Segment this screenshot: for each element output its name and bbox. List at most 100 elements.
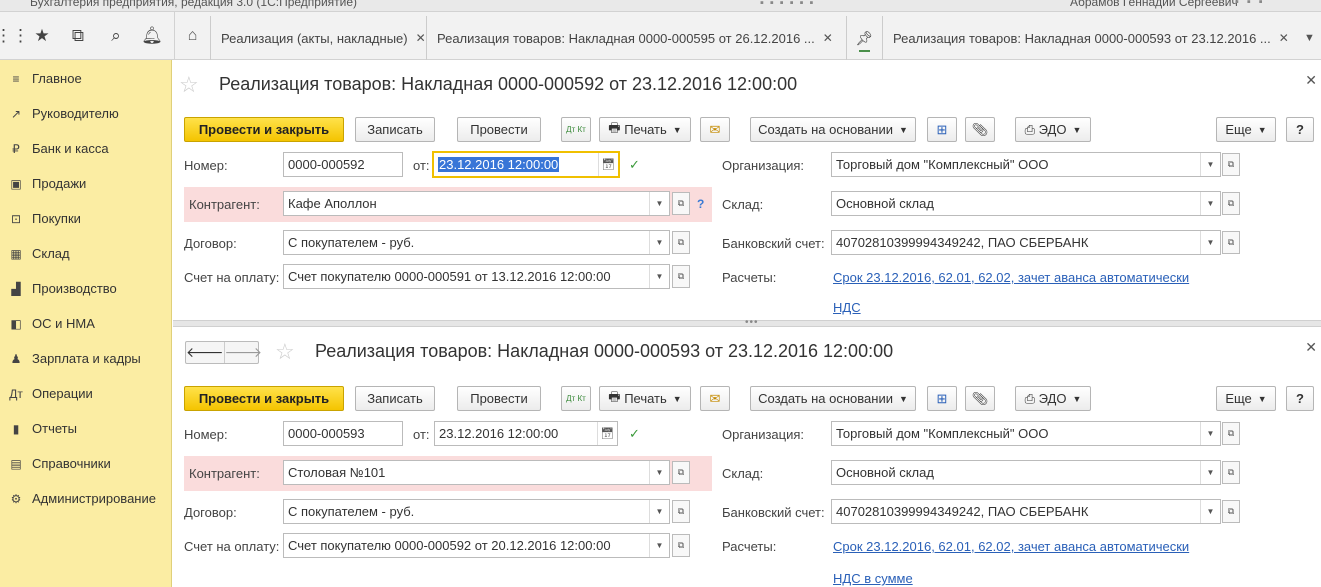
bell-icon[interactable]: 🔔︎ xyxy=(140,24,164,48)
invoice-field[interactable]: Счет покупателю 0000-000592 от 20.12.201… xyxy=(283,533,670,558)
open-icon[interactable]: ⧉ xyxy=(672,461,690,484)
contract-field[interactable]: С покупателем - руб. ▼ xyxy=(283,499,670,524)
open-icon[interactable]: ⧉ xyxy=(672,265,690,288)
sidebar-item-bank[interactable]: ₽ Банк и касса xyxy=(0,131,171,166)
chevron-down-icon[interactable]: ▼ xyxy=(649,231,669,254)
favorite-star-icon[interactable]: ☆ xyxy=(275,339,295,365)
sidebar-item-manager[interactable]: ↗ Руководителю xyxy=(0,96,171,131)
sidebar-item-production[interactable]: ▟ Производство xyxy=(0,271,171,306)
titlebar-toolbar-icons[interactable]: ▪▪▪▪▪▪ xyxy=(760,0,819,9)
paperclip-icon[interactable]: 📎︎ xyxy=(965,117,995,142)
sidebar-item-sales[interactable]: ▣ Продажи xyxy=(0,166,171,201)
mail-icon[interactable]: ✉ xyxy=(700,117,730,142)
date-field[interactable]: 23.12.2016 12:00:00 📅︎ xyxy=(434,421,618,446)
sidebar-item-assets[interactable]: ◧ ОС и НМА xyxy=(0,306,171,341)
write-button[interactable]: Записать xyxy=(355,386,435,411)
close-icon[interactable]: ✕ xyxy=(416,31,426,45)
star-icon[interactable]: ★ xyxy=(30,24,54,48)
open-icon[interactable]: ⧉ xyxy=(1222,422,1240,445)
structure-icon[interactable]: ⊞ xyxy=(927,386,957,411)
favorite-star-icon[interactable]: ☆ xyxy=(179,72,199,98)
counterparty-field[interactable]: Кафе Аполлон ▼ xyxy=(283,191,670,216)
edo-button[interactable]: ⎙ ЭДО ▼ xyxy=(1015,117,1091,142)
invoice-field[interactable]: Счет покупателю 0000-000591 от 13.12.201… xyxy=(283,264,670,289)
chevron-down-icon[interactable]: ▼ xyxy=(1200,422,1220,445)
sidebar-item-salary[interactable]: ♟ Зарплата и кадры xyxy=(0,341,171,376)
post-button[interactable]: Провести xyxy=(457,386,541,411)
chevron-down-icon[interactable]: ▼ xyxy=(1200,153,1220,176)
number-field[interactable]: 0000-000593 xyxy=(283,421,403,446)
help-icon[interactable]: ? xyxy=(697,197,704,211)
open-icon[interactable]: ⧉ xyxy=(672,192,690,215)
create-based-on-button[interactable]: Создать на основании ▼ xyxy=(750,117,916,142)
bank-account-field[interactable]: 40702810399994349242, ПАО СБЕРБАНК ▼ xyxy=(831,499,1221,524)
chevron-down-icon[interactable]: ▼ xyxy=(649,500,669,523)
calendar-icon[interactable]: 📅︎ xyxy=(598,153,618,176)
pin-tab[interactable]: 📌︎ xyxy=(846,16,882,60)
calc-link[interactable]: Срок 23.12.2016, 62.01, 62.02, зачет ава… xyxy=(833,539,1189,554)
tab-invoice-593[interactable]: Реализация товаров: Накладная 0000-00059… xyxy=(882,16,1302,60)
user-name[interactable]: Абрамов Геннадий Сергеевич xyxy=(1070,0,1238,9)
close-icon[interactable]: ✕ xyxy=(1305,72,1317,89)
calendar-icon[interactable]: 📅︎ xyxy=(597,422,617,445)
history-icon[interactable]: ⧉ xyxy=(66,24,90,48)
sidebar-item-main[interactable]: ≡ Главное xyxy=(0,61,171,96)
dt-kt-icon[interactable]: Дт Кт xyxy=(561,117,591,142)
org-field[interactable]: Торговый дом "Комплексный" ООО ▼ xyxy=(831,421,1221,446)
window-controls[interactable]: ▪▪▪ xyxy=(1235,0,1271,8)
calc-link[interactable]: Срок 23.12.2016, 62.01, 62.02, зачет ава… xyxy=(833,270,1189,285)
check-icon[interactable]: ✓ xyxy=(629,157,640,173)
tabs-dropdown-icon[interactable]: ▼ xyxy=(1304,16,1315,60)
tab-sales-list[interactable]: Реализация (акты, накладные) ✕ xyxy=(210,16,426,60)
close-icon[interactable]: ✕ xyxy=(823,31,833,45)
create-based-on-button[interactable]: Создать на основании ▼ xyxy=(750,386,916,411)
back-arrow-icon[interactable]: 🡐 xyxy=(186,342,224,363)
post-and-close-button[interactable]: Провести и закрыть xyxy=(184,386,344,411)
open-icon[interactable]: ⧉ xyxy=(1222,153,1240,176)
tab-invoice-595[interactable]: Реализация товаров: Накладная 0000-00059… xyxy=(426,16,846,60)
apps-icon[interactable]: ⋮⋮ xyxy=(0,24,29,48)
open-icon[interactable]: ⧉ xyxy=(1222,192,1240,215)
counterparty-field[interactable]: Столовая №101 ▼ xyxy=(283,460,670,485)
open-icon[interactable]: ⧉ xyxy=(672,534,690,557)
edo-button[interactable]: ⎙ ЭДО ▼ xyxy=(1015,386,1091,411)
more-button[interactable]: Еще ▼ xyxy=(1216,117,1276,142)
structure-icon[interactable]: ⊞ xyxy=(927,117,957,142)
check-icon[interactable]: ✓ xyxy=(629,426,640,442)
chevron-down-icon[interactable]: ▼ xyxy=(1200,461,1220,484)
home-tab[interactable]: ⌂ xyxy=(174,12,210,60)
chevron-down-icon[interactable]: ▼ xyxy=(1200,500,1220,523)
paperclip-icon[interactable]: 📎︎ xyxy=(965,386,995,411)
date-field[interactable]: 23.12.2016 12:00:00 📅︎ xyxy=(432,151,620,178)
contract-field[interactable]: С покупателем - руб. ▼ xyxy=(283,230,670,255)
chevron-down-icon[interactable]: ▼ xyxy=(649,265,669,288)
write-button[interactable]: Записать xyxy=(355,117,435,142)
warehouse-field[interactable]: Основной склад ▼ xyxy=(831,191,1221,216)
chevron-down-icon[interactable]: ▼ xyxy=(649,192,669,215)
sidebar-item-warehouse[interactable]: ▦ Склад xyxy=(0,236,171,271)
close-icon[interactable]: ✕ xyxy=(1279,31,1289,45)
forward-arrow-icon[interactable]: 🡒 xyxy=(223,342,262,363)
vat-link[interactable]: НДС в сумме xyxy=(833,571,913,586)
org-field[interactable]: Торговый дом "Комплексный" ООО ▼ xyxy=(831,152,1221,177)
help-button[interactable]: ? xyxy=(1286,386,1314,411)
chevron-down-icon[interactable]: ▼ xyxy=(649,534,669,557)
chevron-down-icon[interactable]: ▼ xyxy=(1200,231,1220,254)
open-icon[interactable]: ⧉ xyxy=(672,500,690,523)
bank-account-field[interactable]: 40702810399994349242, ПАО СБЕРБАНК ▼ xyxy=(831,230,1221,255)
sidebar-item-admin[interactable]: ⚙ Администрирование xyxy=(0,481,171,516)
chevron-down-icon[interactable]: ▼ xyxy=(649,461,669,484)
post-button[interactable]: Провести xyxy=(457,117,541,142)
sidebar-item-operations[interactable]: Дт Операции xyxy=(0,376,171,411)
search-icon[interactable]: ⌕ xyxy=(104,24,128,48)
open-icon[interactable]: ⧉ xyxy=(1222,231,1240,254)
close-icon[interactable]: ✕ xyxy=(1305,339,1317,356)
help-button[interactable]: ? xyxy=(1286,117,1314,142)
panel-splitter[interactable]: ••• xyxy=(173,317,1321,328)
open-icon[interactable]: ⧉ xyxy=(1222,461,1240,484)
dt-kt-icon[interactable]: Дт Кт xyxy=(561,386,591,411)
sidebar-item-reports[interactable]: ▮ Отчеты xyxy=(0,411,171,446)
mail-icon[interactable]: ✉ xyxy=(700,386,730,411)
post-and-close-button[interactable]: Провести и закрыть xyxy=(184,117,344,142)
open-icon[interactable]: ⧉ xyxy=(672,231,690,254)
